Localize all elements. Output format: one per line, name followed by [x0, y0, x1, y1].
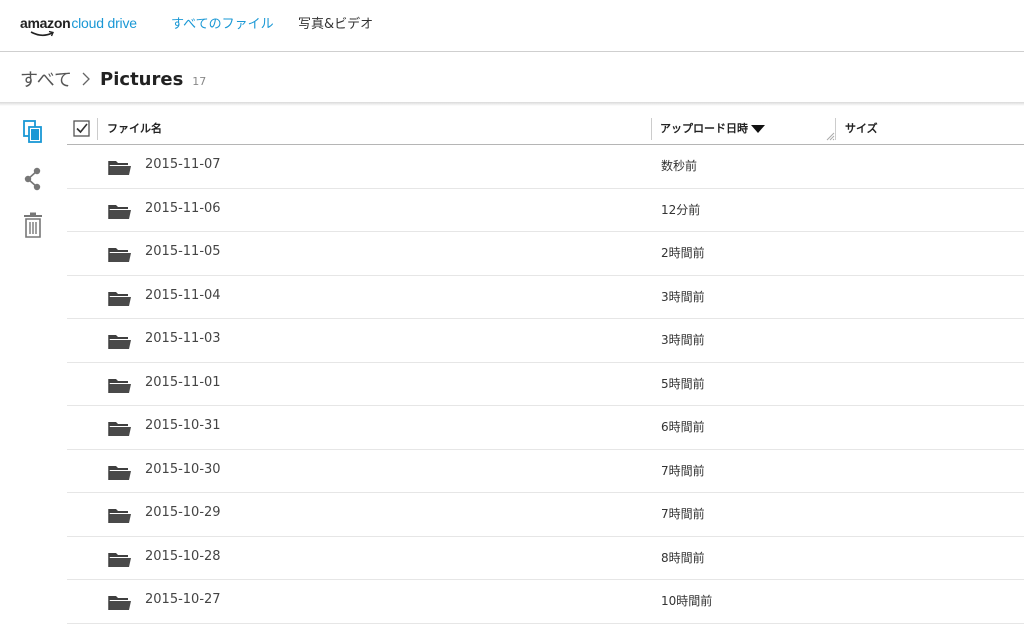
sort-descending-icon [751, 125, 765, 133]
upload-time: 5時間前 [661, 376, 705, 391]
amazon-cloud-drive-logo[interactable]: amazon cloud drive [20, 13, 137, 39]
table-row[interactable]: 2015-10-30 7時間前 [67, 450, 1024, 493]
header-shadow-divider [0, 102, 1024, 106]
table-row[interactable]: 2015-11-03 3時間前 [67, 319, 1024, 363]
breadcrumb-root-link[interactable]: すべて [20, 66, 72, 92]
folder-icon [108, 552, 131, 567]
column-divider [835, 118, 836, 140]
upload-time: 2時間前 [661, 246, 705, 260]
folder-name-link[interactable]: 2015-10-29 [145, 505, 221, 520]
chevron-right-icon [82, 72, 90, 86]
table-row[interactable]: 2015-11-01 5時間前 [67, 363, 1024, 406]
column-divider [651, 118, 652, 140]
column-divider [97, 118, 98, 140]
share-icon[interactable] [21, 166, 45, 192]
table-row[interactable]: 2015-10-29 7時間前 [67, 493, 1024, 537]
folder-name-link[interactable]: 2015-11-03 [145, 331, 221, 346]
table-row[interactable]: 2015-10-28 8時間前 [67, 537, 1024, 580]
upload-time: 3時間前 [661, 333, 705, 347]
item-count-badge: 17 [192, 74, 207, 88]
folder-icon [108, 596, 131, 610]
folder-name-link[interactable]: 2015-10-31 [145, 418, 221, 433]
folder-icon [108, 422, 131, 436]
folder-name-link[interactable]: 2015-11-07 [145, 157, 221, 172]
folder-icon [108, 248, 131, 262]
upload-time: 3時間前 [661, 289, 705, 304]
upload-time: 7時間前 [661, 463, 705, 478]
upload-time: 12分前 [661, 202, 701, 217]
folder-name-link[interactable]: 2015-11-04 [145, 288, 221, 303]
folder-icon [108, 378, 131, 393]
column-header-uploaded[interactable]: アップロード日時 [660, 114, 765, 144]
upload-time: 7時間前 [661, 507, 705, 521]
folder-icon [108, 204, 131, 219]
copy-icon[interactable] [21, 119, 45, 145]
upload-time: 数秒前 [661, 159, 698, 173]
folder-icon [108, 161, 131, 175]
upload-time: 8時間前 [661, 550, 705, 565]
table-body: 2015-11-07 数秒前 2015-11-06 12分前 2015-11-0… [67, 145, 1024, 624]
column-resize-handle-icon[interactable] [826, 132, 835, 141]
file-table: ファイル名 アップロード日時 サイズ 2015-11-07 数秒前 2015-1… [67, 114, 1024, 624]
column-header-uploaded-label: アップロード日時 [660, 122, 748, 135]
select-all-checkbox[interactable] [73, 120, 91, 138]
folder-icon [108, 291, 131, 306]
breadcrumb: すべて Pictures 17 [20, 66, 206, 92]
top-navigation-bar: amazon cloud drive すべてのファイル 写真&ビデオ [0, 0, 1024, 52]
folder-icon [108, 465, 131, 480]
amazon-smile-icon [30, 30, 54, 37]
folder-name-link[interactable]: 2015-11-01 [145, 375, 221, 390]
tab-all-files[interactable]: すべてのファイル [171, 15, 274, 35]
folder-name-link[interactable]: 2015-11-05 [145, 244, 221, 259]
folder-name-link[interactable]: 2015-11-06 [145, 201, 221, 216]
trash-icon[interactable] [21, 212, 45, 238]
table-row[interactable]: 2015-10-27 10時間前 [67, 580, 1024, 624]
folder-name-link[interactable]: 2015-10-27 [145, 592, 221, 607]
folder-name-link[interactable]: 2015-10-28 [145, 549, 221, 564]
column-header-name[interactable]: ファイル名 [107, 114, 162, 144]
table-row[interactable]: 2015-10-31 6時間前 [67, 406, 1024, 450]
column-header-size[interactable]: サイズ [845, 114, 878, 144]
table-header: ファイル名 アップロード日時 サイズ [67, 114, 1024, 145]
tab-photos-videos[interactable]: 写真&ビデオ [298, 15, 373, 35]
folder-icon [108, 335, 131, 349]
table-row[interactable]: 2015-11-04 3時間前 [67, 276, 1024, 319]
folder-name-link[interactable]: 2015-10-30 [145, 462, 221, 477]
folder-icon [108, 509, 131, 523]
table-row[interactable]: 2015-11-07 数秒前 [67, 145, 1024, 189]
upload-time: 10時間前 [661, 594, 713, 608]
breadcrumb-current-folder: Pictures [100, 68, 184, 90]
upload-time: 6時間前 [661, 420, 705, 434]
logo-cloud-drive-text: cloud drive [71, 15, 137, 31]
table-row[interactable]: 2015-11-05 2時間前 [67, 232, 1024, 276]
table-row[interactable]: 2015-11-06 12分前 [67, 189, 1024, 232]
